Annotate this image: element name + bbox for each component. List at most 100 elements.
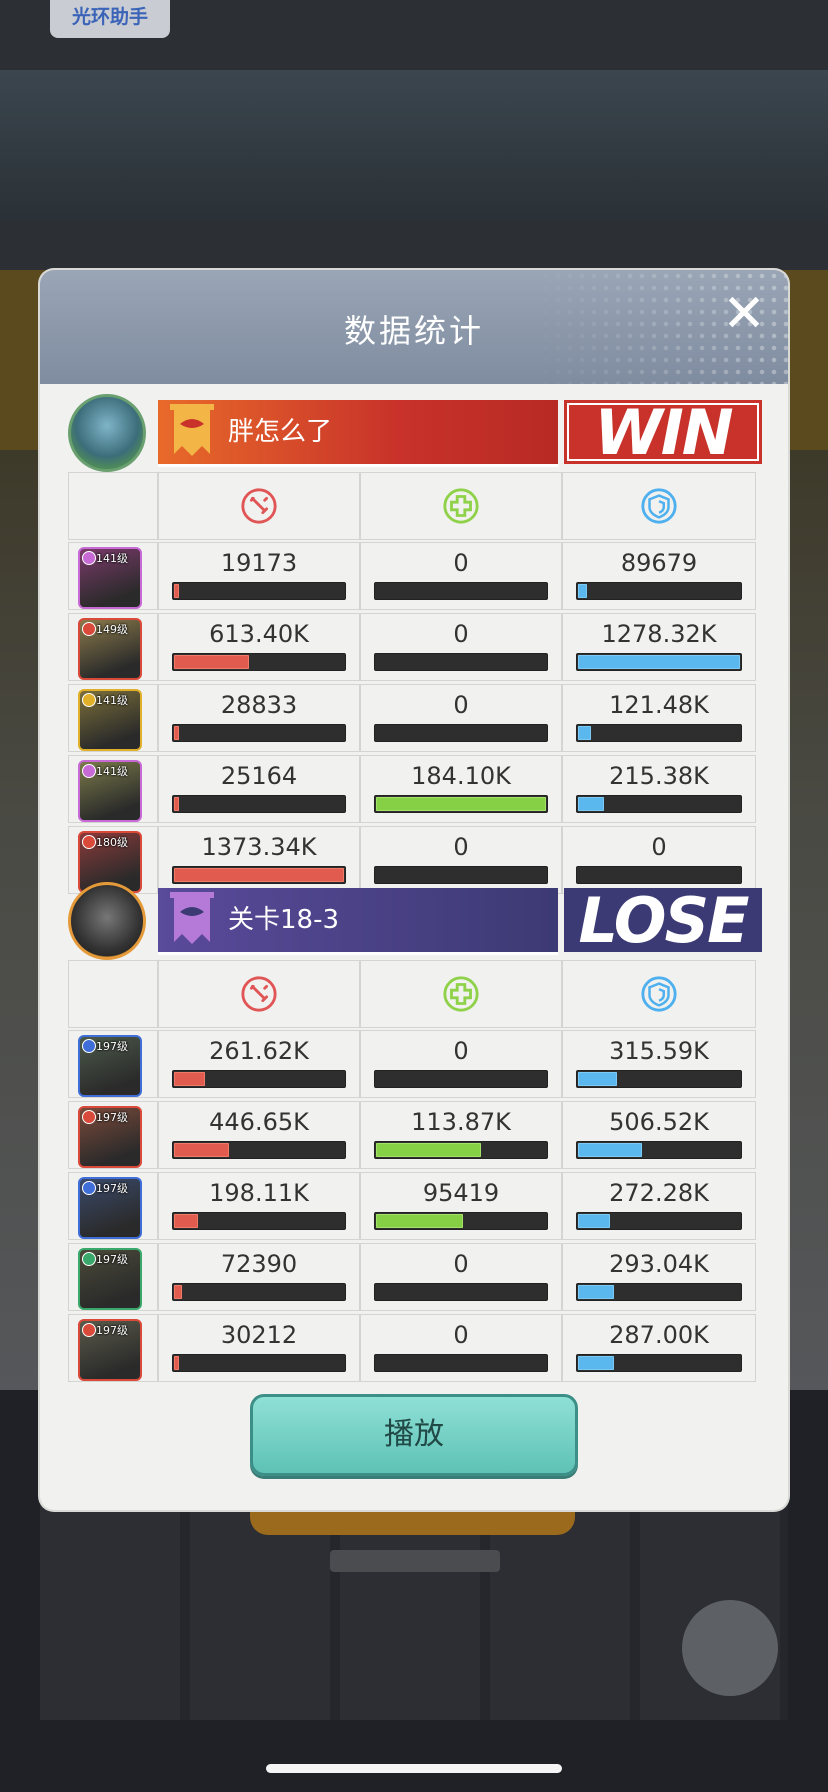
heal-bar xyxy=(374,1354,548,1372)
rank-gem-icon xyxy=(82,1323,96,1337)
damage-value: 28833 xyxy=(220,691,298,719)
damage-cell: 28833 xyxy=(158,684,360,752)
damage-value: 198.11K xyxy=(209,1179,309,1207)
team-name: 关卡18-3 xyxy=(228,905,340,935)
defense-bar-fill xyxy=(578,655,740,669)
helper-tab[interactable]: 光环助手 xyxy=(50,0,170,38)
rank-gem-icon xyxy=(82,1039,96,1053)
damage-bar-fill xyxy=(174,1356,179,1370)
rank-gem-icon xyxy=(82,1110,96,1124)
hero-row: 141级 28833 0 121.48K xyxy=(68,684,756,754)
damage-value: 613.40K xyxy=(209,620,309,648)
heal-bar-fill xyxy=(376,797,546,811)
hero-row: 149级 613.40K 0 1278.32K xyxy=(68,613,756,683)
heal-cell: 0 xyxy=(360,1314,562,1382)
home-indicator xyxy=(266,1764,562,1773)
defense-cell: 215.38K xyxy=(562,755,756,823)
hero-level: 197级 xyxy=(96,1111,128,1124)
heal-value: 0 xyxy=(453,833,469,861)
defense-cell: 272.28K xyxy=(562,1172,756,1240)
heal-bar xyxy=(374,724,548,742)
defense-value: 315.59K xyxy=(609,1037,709,1065)
hero-row: 141级 25164 184.10K 215.38K xyxy=(68,755,756,825)
hero-portrait[interactable]: 141级 xyxy=(78,760,142,822)
heal-cell: 0 xyxy=(360,613,562,681)
damage-bar-fill xyxy=(174,584,179,598)
hero-portrait[interactable]: 197级 xyxy=(78,1319,142,1381)
damage-cell: 261.62K xyxy=(158,1030,360,1098)
damage-bar-fill xyxy=(174,1143,229,1157)
heal-bar-fill xyxy=(376,1214,464,1228)
close-button[interactable]: ✕ xyxy=(716,288,772,344)
background-hint xyxy=(330,1550,500,1572)
damage-value: 261.62K xyxy=(209,1037,309,1065)
result-text: LOSE xyxy=(578,884,749,957)
heal-value: 0 xyxy=(453,691,469,719)
heal-cell: 113.87K xyxy=(360,1101,562,1169)
rank-gem-icon xyxy=(82,764,96,778)
heal-icon xyxy=(443,976,479,1012)
defense-bar xyxy=(576,1141,742,1159)
heal-bar xyxy=(374,653,548,671)
hero-cell: 141级 xyxy=(68,684,158,752)
rank-gem-icon xyxy=(82,693,96,707)
team-name-bar: 关卡18-3 xyxy=(158,888,558,955)
damage-bar xyxy=(172,724,346,742)
hero-portrait[interactable]: 149级 xyxy=(78,618,142,680)
heal-bar xyxy=(374,866,548,884)
play-button[interactable]: 播放 xyxy=(250,1394,578,1476)
heal-bar xyxy=(374,1070,548,1088)
hero-portrait[interactable]: 141级 xyxy=(78,689,142,751)
heal-bar xyxy=(374,1212,548,1230)
damage-bar xyxy=(172,653,346,671)
damage-cell: 1373.34K xyxy=(158,826,360,894)
rank-gem-icon xyxy=(82,551,96,565)
hero-level: 141级 xyxy=(96,765,128,778)
defense-value: 287.00K xyxy=(609,1321,709,1349)
damage-cell: 613.40K xyxy=(158,613,360,681)
lose-badge: LOSE xyxy=(564,884,762,957)
team-avatar xyxy=(68,882,146,960)
hero-portrait[interactable]: 197级 xyxy=(78,1248,142,1310)
hero-portrait[interactable]: 197级 xyxy=(78,1177,142,1239)
defense-bar xyxy=(576,1283,742,1301)
stats-header-row xyxy=(68,472,756,542)
defense-bar xyxy=(576,1212,742,1230)
team-banner: 关卡18-3 LOSE xyxy=(68,882,762,960)
heal-bar-fill xyxy=(376,1143,481,1157)
hero-level: 197级 xyxy=(96,1182,128,1195)
header-cell xyxy=(360,960,562,1028)
heal-bar xyxy=(374,1283,548,1301)
heal-cell: 95419 xyxy=(360,1172,562,1240)
win-badge: WIN xyxy=(564,400,762,466)
hero-level: 141级 xyxy=(96,694,128,707)
heal-cell: 0 xyxy=(360,542,562,610)
hero-portrait[interactable]: 141级 xyxy=(78,547,142,609)
heal-cell: 0 xyxy=(360,1030,562,1098)
hero-cell: 197级 xyxy=(68,1314,158,1382)
team-avatar xyxy=(68,394,146,472)
defense-bar-fill xyxy=(578,1356,614,1370)
damage-bar-fill xyxy=(174,797,179,811)
hero-cell: 197级 xyxy=(68,1101,158,1169)
hero-portrait[interactable]: 197级 xyxy=(78,1106,142,1168)
damage-bar-fill xyxy=(174,1072,205,1086)
damage-bar xyxy=(172,1141,346,1159)
heal-bar xyxy=(374,795,548,813)
mask-flag-icon xyxy=(170,404,214,456)
damage-value: 1373.34K xyxy=(201,833,317,861)
team-name-bar: 胖怎么了 xyxy=(158,400,558,467)
defense-value: 1278.32K xyxy=(601,620,717,648)
hero-cell: 149级 xyxy=(68,613,158,681)
defense-bar-fill xyxy=(578,584,588,598)
hero-level: 180级 xyxy=(96,836,128,849)
damage-bar xyxy=(172,795,346,813)
background-banner xyxy=(0,70,828,220)
defense-bar-fill xyxy=(578,797,604,811)
hero-row: 197级 72390 0 293.04K xyxy=(68,1243,756,1313)
damage-bar xyxy=(172,1354,346,1372)
heal-value: 113.87K xyxy=(411,1108,511,1136)
hero-level: 149级 xyxy=(96,623,128,636)
hero-portrait[interactable]: 197级 xyxy=(78,1035,142,1097)
header-cell xyxy=(360,472,562,540)
